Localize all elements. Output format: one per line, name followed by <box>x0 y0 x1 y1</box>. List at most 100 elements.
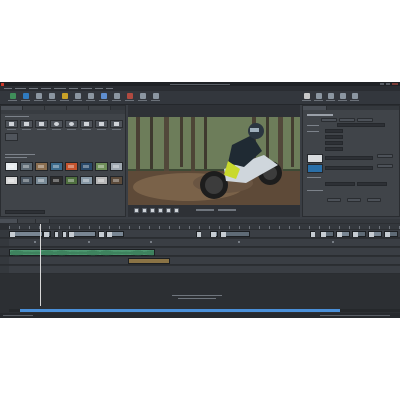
properties-button[interactable] <box>327 198 341 202</box>
toolbar-button[interactable] <box>47 93 56 101</box>
close-button[interactable] <box>392 83 398 85</box>
media-thumbnail[interactable] <box>110 162 123 171</box>
menu-item[interactable] <box>54 88 66 89</box>
track-header[interactable] <box>0 266 9 274</box>
properties-field[interactable] <box>337 123 385 127</box>
toolbar-button[interactable] <box>99 93 108 101</box>
video-clip[interactable] <box>384 231 398 237</box>
properties-button[interactable] <box>321 118 337 122</box>
menu-item[interactable] <box>81 88 92 89</box>
toolbar-button[interactable] <box>34 93 43 101</box>
properties-button[interactable] <box>367 198 381 202</box>
minimize-button[interactable] <box>380 83 384 85</box>
toolbar-button[interactable] <box>125 93 134 101</box>
transport-button[interactable] <box>134 208 139 213</box>
media-thumbnail[interactable] <box>35 176 48 185</box>
toolbar-button[interactable] <box>21 93 30 101</box>
toolbar-button[interactable] <box>138 93 147 101</box>
video-clip[interactable] <box>210 231 218 237</box>
properties-field[interactable] <box>325 135 343 139</box>
properties-button[interactable] <box>377 154 393 158</box>
menu-item[interactable] <box>95 88 103 89</box>
effect-marker[interactable] <box>34 241 36 243</box>
menu-item[interactable] <box>4 88 12 89</box>
toolbar-button[interactable] <box>112 93 121 101</box>
properties-button[interactable] <box>339 118 355 122</box>
toolbar-button[interactable] <box>314 93 323 101</box>
tab-timeline[interactable] <box>0 219 18 223</box>
properties-field[interactable] <box>325 141 343 145</box>
effect-marker[interactable] <box>238 241 240 243</box>
video-clip[interactable] <box>68 231 96 237</box>
media-thumbnail[interactable] <box>95 176 108 185</box>
toolbar-button[interactable] <box>338 93 347 101</box>
tab-timeline[interactable] <box>18 219 36 223</box>
properties-field[interactable] <box>325 147 343 151</box>
media-thumbnail[interactable] <box>20 162 33 171</box>
media-search-input[interactable] <box>5 210 45 214</box>
media-thumbnail[interactable] <box>65 176 78 185</box>
properties-button[interactable] <box>357 118 373 122</box>
toolbar-button[interactable] <box>151 93 160 101</box>
color-swatch[interactable] <box>307 164 323 173</box>
transport-button[interactable] <box>174 208 179 213</box>
menu-item[interactable] <box>41 88 51 89</box>
transport-button[interactable] <box>166 208 171 213</box>
transport-button[interactable] <box>142 208 147 213</box>
media-thumbnail[interactable] <box>95 162 108 171</box>
media-thumbnail[interactable] <box>110 176 123 185</box>
effect-marker[interactable] <box>150 241 152 243</box>
track-header[interactable] <box>0 239 9 247</box>
media-thumbnail[interactable] <box>20 176 33 185</box>
effect-marker[interactable] <box>88 241 90 243</box>
track-header[interactable] <box>0 248 9 256</box>
video-clip[interactable] <box>196 231 201 237</box>
toolbar-button[interactable] <box>8 93 17 101</box>
video-clip[interactable] <box>220 231 250 237</box>
track-header[interactable] <box>0 230 9 238</box>
media-thumbnail[interactable] <box>50 176 63 185</box>
effect-marker[interactable] <box>332 241 334 243</box>
properties-field[interactable] <box>325 166 373 170</box>
media-thumbnail[interactable] <box>65 162 78 171</box>
properties-field[interactable] <box>325 129 343 133</box>
transport-button[interactable] <box>158 208 163 213</box>
media-tile[interactable] <box>50 120 63 128</box>
properties-button[interactable] <box>377 164 393 168</box>
menu-item[interactable] <box>29 88 38 89</box>
properties-field[interactable] <box>357 182 387 186</box>
color-swatch[interactable] <box>307 154 323 163</box>
audio-clip[interactable] <box>9 249 155 256</box>
properties-field[interactable] <box>325 182 355 186</box>
media-tile[interactable] <box>65 120 78 128</box>
media-tile[interactable] <box>80 120 93 128</box>
media-tile[interactable] <box>5 120 18 128</box>
properties-field[interactable] <box>325 156 373 160</box>
media-thumbnail[interactable] <box>5 162 18 171</box>
toolbar-button[interactable] <box>326 93 335 101</box>
video-clip[interactable] <box>54 231 58 237</box>
video-clip[interactable] <box>368 231 382 237</box>
media-tile[interactable] <box>110 120 123 128</box>
tab-timeline[interactable] <box>36 219 50 223</box>
video-clip[interactable] <box>98 231 104 237</box>
toolbar-button[interactable] <box>86 93 95 101</box>
playhead[interactable] <box>40 224 41 306</box>
timeline-scrollbar-thumb[interactable] <box>20 309 340 312</box>
media-tile[interactable] <box>95 120 108 128</box>
video-clip[interactable] <box>320 231 334 237</box>
video-clip[interactable] <box>9 231 43 237</box>
maximize-button[interactable] <box>386 83 390 85</box>
media-thumbnail[interactable] <box>35 162 48 171</box>
toolbar-button[interactable] <box>302 93 311 101</box>
media-tile[interactable] <box>35 120 48 128</box>
media-tile[interactable] <box>20 120 33 128</box>
menu-item[interactable] <box>15 88 26 89</box>
menu-item[interactable] <box>106 88 113 89</box>
video-clip[interactable] <box>62 231 66 237</box>
track-header[interactable] <box>0 257 9 265</box>
media-tile[interactable] <box>5 133 18 141</box>
media-thumbnail[interactable] <box>80 162 93 171</box>
text-clip[interactable] <box>128 258 170 264</box>
media-thumbnail[interactable] <box>50 162 63 171</box>
